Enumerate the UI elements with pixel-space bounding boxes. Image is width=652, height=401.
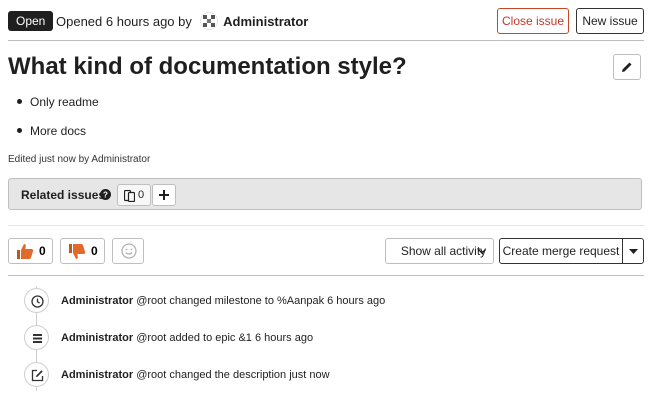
create-merge-request-button[interactable]: Create merge request [499, 238, 623, 264]
status-badge: Open [8, 11, 54, 31]
add-related-issue-button[interactable] [152, 184, 176, 206]
divider [8, 40, 644, 41]
timeline-text: Administrator @root changed the descript… [61, 367, 330, 383]
timeline-text: Administrator @root added to epic &1 6 h… [61, 330, 313, 346]
edit-title-button[interactable] [613, 54, 641, 80]
caret-down-icon [629, 249, 638, 254]
timeline-item: Administrator @root added to epic &1 6 h… [24, 325, 624, 351]
thumbs-up-icon [17, 244, 34, 259]
issue-meta: Opened 6 hours ago by Administrator [56, 12, 308, 31]
timeline-icon [24, 288, 49, 313]
question-icon[interactable]: ? [100, 189, 111, 200]
thumbs-down-button[interactable]: 0 [60, 238, 105, 264]
description-list: Only readme More docs [17, 93, 99, 151]
timeline-text: Administrator @root changed milestone to… [61, 293, 385, 309]
avatar[interactable] [199, 12, 218, 30]
close-issue-button[interactable]: Close issue [497, 8, 569, 34]
page-title: What kind of documentation style? [8, 53, 407, 80]
author-link[interactable]: Administrator [223, 14, 308, 29]
plus-icon [159, 190, 169, 200]
chevron-down-icon [478, 249, 486, 254]
new-issue-button[interactable]: New issue [576, 8, 644, 34]
timeline-author[interactable]: Administrator [61, 369, 133, 381]
divider [8, 275, 644, 276]
timeline-item: Administrator @root changed milestone to… [24, 288, 624, 314]
list-item: Only readme [17, 93, 99, 122]
related-count: 0 [138, 189, 145, 201]
timeline-action: @root changed the description just now [136, 369, 330, 381]
epic-icon [33, 334, 42, 343]
thumbs-down-icon [69, 244, 86, 259]
activity-label: Show all activity [400, 244, 487, 258]
thumbs-up-button[interactable]: 0 [8, 238, 53, 264]
timeline-item: Administrator @root changed the descript… [24, 362, 624, 388]
thumbs-up-count: 0 [39, 244, 46, 258]
related-count-badge: 0 [117, 184, 151, 206]
timeline-icon [24, 325, 49, 350]
timeline-action: @root added to epic &1 6 hours ago [136, 332, 314, 344]
related-issues-panel: Related issues ? 0 [8, 178, 642, 210]
list-item: More docs [17, 122, 99, 151]
edited-note: Edited just now by Administrator [8, 154, 151, 165]
timeline-icon [24, 362, 49, 387]
svg-text:?: ? [103, 191, 108, 200]
timeline-action: @root changed milestone to %Aanpak 6 hou… [136, 295, 386, 307]
divider [8, 225, 644, 226]
add-reaction-button[interactable] [112, 238, 144, 264]
smiley-icon [121, 243, 137, 259]
thumbs-down-count: 0 [91, 244, 98, 258]
opened-text: Opened 6 hours ago by [56, 14, 192, 29]
issue-header: Open Opened 6 hours ago by Administrator… [8, 8, 644, 34]
merge-request-options-toggle[interactable] [622, 238, 644, 264]
show-all-activity-dropdown[interactable]: Show all activity [385, 238, 494, 264]
timeline-author[interactable]: Administrator [61, 295, 133, 307]
pencil-icon [622, 62, 632, 72]
issues-icon [124, 190, 135, 202]
clock-icon [31, 295, 44, 308]
pencil-square-icon [31, 369, 44, 382]
related-issues-title: Related issues [21, 188, 106, 202]
timeline-author[interactable]: Administrator [61, 332, 133, 344]
